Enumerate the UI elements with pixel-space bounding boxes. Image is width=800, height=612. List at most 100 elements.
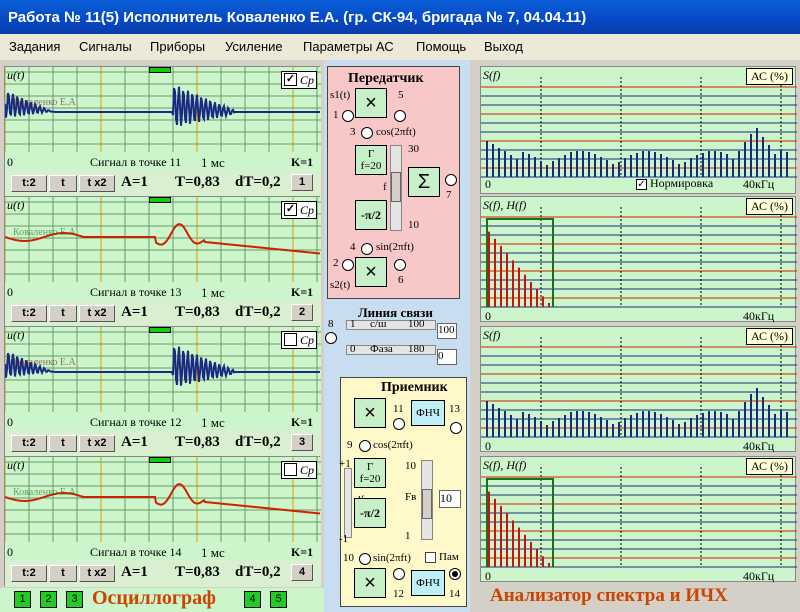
menu-exit[interactable]: Выход xyxy=(484,39,523,54)
channel-number-button[interactable]: 2 xyxy=(291,304,313,321)
time-reset-button[interactable]: t xyxy=(49,435,77,452)
rx-lpf-1: ФНЧ xyxy=(411,400,445,426)
spectrum-plot xyxy=(481,337,797,438)
rx-point-13[interactable] xyxy=(450,422,462,434)
osc-controls: t:2 t t x2 A=1 T=0,83 dT=0,2 3 xyxy=(5,430,321,457)
rx-fv-slider[interactable] xyxy=(421,460,433,540)
osc-plot: u(t) ✓ Cp Коваленко Е.А 0 Сигнал в точке … xyxy=(5,67,321,170)
tx-generator: Гf=20 xyxy=(355,145,387,175)
channel-number-button[interactable]: 1 xyxy=(291,174,313,191)
ac-percent-button[interactable]: АС (%) xyxy=(745,328,793,345)
menu-ac-params[interactable]: Параметры АС xyxy=(303,39,394,54)
rx-point-14[interactable] xyxy=(449,568,461,580)
time-multiply-button[interactable]: t x2 xyxy=(79,565,115,582)
watermark: Коваленко Е.А xyxy=(13,97,76,108)
s2-label: s2(t) xyxy=(330,279,351,291)
rx-point-9[interactable] xyxy=(359,440,371,452)
tx-freq-slider[interactable] xyxy=(390,145,402,231)
channel-number-button[interactable]: 4 xyxy=(291,564,313,581)
link-point-8[interactable] xyxy=(325,332,337,344)
tx-point-1[interactable] xyxy=(342,110,354,122)
osc-marker xyxy=(149,457,171,463)
phase-value[interactable]: 0 xyxy=(437,349,457,365)
osc-controls: t:2 t t x2 A=1 T=0,83 dT=0,2 1 xyxy=(5,170,321,197)
time-reset-button[interactable]: t xyxy=(49,305,77,322)
osc-ylabel: u(t) xyxy=(7,458,25,472)
tx-point-5[interactable] xyxy=(394,110,406,122)
menu-bar: Задания Сигналы Приборы Усиление Парамет… xyxy=(0,34,800,60)
link-panel: Линия связи 1 с/ш 100 100 0 Фаза 180 0 xyxy=(340,305,460,375)
cp-checkbox[interactable]: Cp xyxy=(281,461,317,479)
menu-instruments[interactable]: Приборы xyxy=(150,39,205,54)
tx-summator: Σ xyxy=(408,167,440,197)
cp-check-icon xyxy=(284,463,297,476)
osc-controls: t:2 t t x2 A=1 T=0,83 dT=0,2 2 xyxy=(5,300,321,327)
time-divide-button[interactable]: t:2 xyxy=(11,565,47,582)
osc-ylabel: u(t) xyxy=(7,328,25,342)
channel-number-button[interactable]: 3 xyxy=(291,434,313,451)
osc-tab-4[interactable]: 4 xyxy=(244,591,261,608)
osc-marker xyxy=(149,197,171,203)
s1-label: s1(t) xyxy=(330,89,351,101)
time-multiply-button[interactable]: t x2 xyxy=(79,175,115,192)
memory-checkbox[interactable] xyxy=(425,552,436,563)
time-divide-button[interactable]: t:2 xyxy=(11,305,47,322)
cp-checkbox[interactable]: Cp xyxy=(281,331,317,349)
osc-controls: t:2 t t x2 A=1 T=0,83 dT=0,2 4 xyxy=(5,560,321,587)
spectrum-plot xyxy=(481,207,797,308)
osc-plot: u(t) ✓ Cp Коваленко Е.А 0 Сигнал в точке … xyxy=(5,197,321,300)
rx-point-12[interactable] xyxy=(393,568,405,580)
menu-tasks[interactable]: Задания xyxy=(9,39,60,54)
menu-gain[interactable]: Усиление xyxy=(225,39,283,54)
spectrum-plot xyxy=(481,467,797,568)
tx-multiplier-2: × xyxy=(355,257,387,287)
transmitter-panel: Передатчик s1(t) × 5 1 3 cos(2πft) Гf=20… xyxy=(327,66,460,299)
rx-phase-shifter: -π/2 xyxy=(354,498,386,528)
cp-check-icon: ✓ xyxy=(284,73,297,86)
ac-percent-button[interactable]: АС (%) xyxy=(745,68,793,85)
osc-tab-5[interactable]: 5 xyxy=(270,591,287,608)
rx-df-slider[interactable] xyxy=(344,468,352,538)
tx-multiplier-1: × xyxy=(355,88,387,118)
transmitter-title: Передатчик xyxy=(348,71,424,86)
menu-help[interactable]: Помощь xyxy=(416,39,466,54)
ac-percent-button[interactable]: АС (%) xyxy=(745,458,793,475)
time-reset-button[interactable]: t xyxy=(49,175,77,192)
cp-check-icon xyxy=(284,333,297,346)
tx-point-7[interactable] xyxy=(445,174,457,186)
time-multiply-button[interactable]: t x2 xyxy=(79,305,115,322)
cp-checkbox[interactable]: ✓ Cp xyxy=(281,71,317,89)
watermark: Коваленко Е.А xyxy=(13,227,76,238)
time-multiply-button[interactable]: t x2 xyxy=(79,435,115,452)
ac-percent-button[interactable]: АС (%) xyxy=(745,198,793,215)
spectrum-plot xyxy=(481,77,797,178)
time-reset-button[interactable]: t xyxy=(49,565,77,582)
osc-ylabel: u(t) xyxy=(7,68,25,82)
time-divide-button[interactable]: t:2 xyxy=(11,175,47,192)
osc-tab-1[interactable]: 1 xyxy=(14,591,31,608)
menu-signals[interactable]: Сигналы xyxy=(79,39,132,54)
rx-lpf-2: ФНЧ xyxy=(411,570,445,596)
osc-tab-2[interactable]: 2 xyxy=(40,591,57,608)
signal-point-label: Сигнал в точке 14 xyxy=(90,545,182,559)
tx-point-2[interactable] xyxy=(342,259,354,271)
snr-value[interactable]: 100 xyxy=(437,323,457,339)
osc-tab-3[interactable]: 3 xyxy=(66,591,83,608)
rx-fv-value[interactable]: 10 xyxy=(439,490,461,508)
cp-check-icon: ✓ xyxy=(284,203,297,216)
receiver-panel: Приемник × 11 ФНЧ 13 9 cos(2πft) +1 Гf=2… xyxy=(339,377,467,607)
normalization-checkbox[interactable]: ✓ Нормировка xyxy=(636,176,713,191)
tx-phase-shifter: -π/2 xyxy=(355,200,387,230)
rx-point-11[interactable] xyxy=(393,418,405,430)
watermark: Коваленко Е.А xyxy=(13,357,76,368)
rx-point-10[interactable] xyxy=(359,553,371,565)
tx-point-3[interactable] xyxy=(361,127,373,139)
spectrum-panel: S(f) АС (%) 0 40кГц xyxy=(480,326,797,453)
tx-point-4[interactable] xyxy=(361,243,373,255)
time-divide-button[interactable]: t:2 xyxy=(11,435,47,452)
cp-checkbox[interactable]: ✓ Cp xyxy=(281,201,317,219)
rx-multiplier-1: × xyxy=(354,398,386,428)
oscilloscope-label: Осциллограф xyxy=(92,587,216,609)
tx-point-6[interactable] xyxy=(394,259,406,271)
spectrum-panel: S(f), H(f) АС (%) 0 40кГц xyxy=(480,456,797,583)
